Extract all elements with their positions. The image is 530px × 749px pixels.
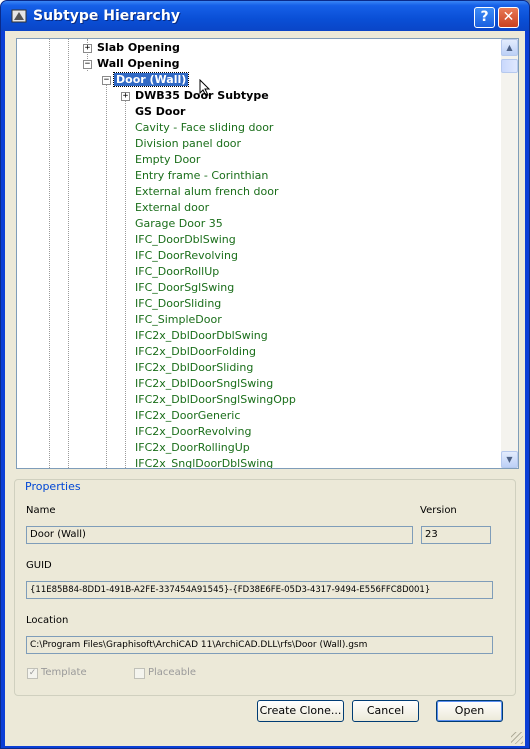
tree-item[interactable]: IFC2x_DoorRollingUp — [135, 441, 250, 454]
help-button[interactable]: ? — [474, 7, 495, 28]
tree-item[interactable]: Empty Door — [135, 153, 200, 166]
tree-item[interactable]: IFC2x_DoorGeneric — [135, 409, 240, 422]
tree-item[interactable]: IFC2x_DblDoorFolding — [135, 345, 256, 358]
tree-item[interactable]: IFC2x_DblDoorSnglSwingOpp — [135, 393, 296, 406]
vertical-scrollbar[interactable]: ▲ ▼ — [501, 39, 518, 468]
tree-item[interactable]: IFC_DoorSliding — [135, 297, 221, 310]
tree-item[interactable]: Cavity - Face sliding door — [135, 121, 273, 134]
tree-item[interactable]: External door — [135, 201, 209, 214]
guid-label: GUID — [26, 560, 52, 571]
tree-item[interactable]: Division panel door — [135, 137, 241, 150]
window-title: Subtype Hierarchy — [33, 8, 180, 24]
cancel-button[interactable]: Cancel — [352, 700, 419, 722]
version-field[interactable]: 23 — [421, 526, 491, 544]
resize-grip-icon[interactable] — [511, 732, 523, 744]
tree-item[interactable]: IFC_SimpleDoor — [135, 313, 222, 326]
tree-item[interactable]: Entry frame - Corinthian — [135, 169, 268, 182]
name-label: Name — [26, 505, 56, 516]
template-label: Template — [41, 667, 87, 678]
scroll-thumb[interactable] — [501, 59, 518, 73]
tree-item-gs-door[interactable]: GS Door — [135, 105, 185, 118]
placeable-checkbox[interactable] — [134, 668, 145, 679]
placeable-label: Placeable — [148, 667, 196, 678]
tree-guide-line — [68, 39, 69, 468]
tree-item-slab-opening[interactable]: Slab Opening — [97, 41, 180, 54]
tree-item[interactable]: External alum french door — [135, 185, 279, 198]
tree-item[interactable]: IFC_DoorDblSwing — [135, 233, 236, 246]
archicad-icon — [11, 9, 27, 23]
tree-guide-line — [49, 39, 50, 468]
open-button[interactable]: Open — [436, 700, 503, 722]
scroll-up-button[interactable]: ▲ — [501, 39, 518, 56]
tree-item[interactable]: IFC_DoorRevolving — [135, 249, 238, 262]
tree-item[interactable]: Garage Door 35 — [135, 217, 223, 230]
tree-item[interactable]: IFC2x_SnglDoorDblSwing — [135, 457, 273, 468]
expand-icon[interactable]: + — [121, 92, 130, 101]
tree-item-wall-opening[interactable]: Wall Opening — [97, 57, 180, 70]
tree-item[interactable]: IFC2x_DblDoorDblSwing — [135, 329, 268, 342]
location-field[interactable]: C:\Program Files\Graphisoft\ArchiCAD 11\… — [26, 636, 493, 654]
properties-legend: Properties — [22, 480, 84, 493]
tree-item[interactable]: IFC2x_DoorRevolving — [135, 425, 251, 438]
tree-item-dwb35-door-subtype[interactable]: DWB35 Door Subtype — [135, 89, 269, 102]
location-label: Location — [26, 615, 69, 626]
scroll-down-button[interactable]: ▼ — [501, 451, 518, 468]
subtype-tree[interactable]: + Slab Opening − Wall Opening − Door (Wa… — [16, 38, 519, 469]
collapse-icon[interactable]: − — [102, 76, 111, 85]
version-label: Version — [420, 505, 457, 516]
tree-item[interactable]: IFC2x_DblDoorSliding — [135, 361, 253, 374]
tree-guide-line — [125, 95, 126, 468]
tree-item-door-wall-selected[interactable]: Door (Wall) — [112, 72, 190, 87]
tree-item[interactable]: IFC_DoorRollUp — [135, 265, 219, 278]
collapse-icon[interactable]: − — [83, 60, 92, 69]
expand-icon[interactable]: + — [83, 44, 92, 53]
tree-item[interactable]: IFC_DoorSglSwing — [135, 281, 234, 294]
create-clone-button[interactable]: Create Clone... — [257, 700, 344, 722]
subtype-hierarchy-dialog: Subtype Hierarchy ? ✕ + Slab Opening − W… — [0, 0, 530, 749]
close-button[interactable]: ✕ — [498, 7, 519, 28]
template-checkbox[interactable]: ✓ — [27, 668, 38, 679]
guid-field[interactable]: {11E85B84-8DD1-491B-A2FE-337454A91545}-{… — [26, 581, 493, 599]
name-field[interactable]: Door (Wall) — [26, 526, 413, 544]
tree-item[interactable]: IFC2x_DblDoorSnglSwing — [135, 377, 273, 390]
dialog-body: + Slab Opening − Wall Opening − Door (Wa… — [5, 31, 525, 746]
title-bar[interactable]: Subtype Hierarchy ? ✕ — [1, 1, 529, 31]
tree-guide-line — [106, 79, 107, 468]
